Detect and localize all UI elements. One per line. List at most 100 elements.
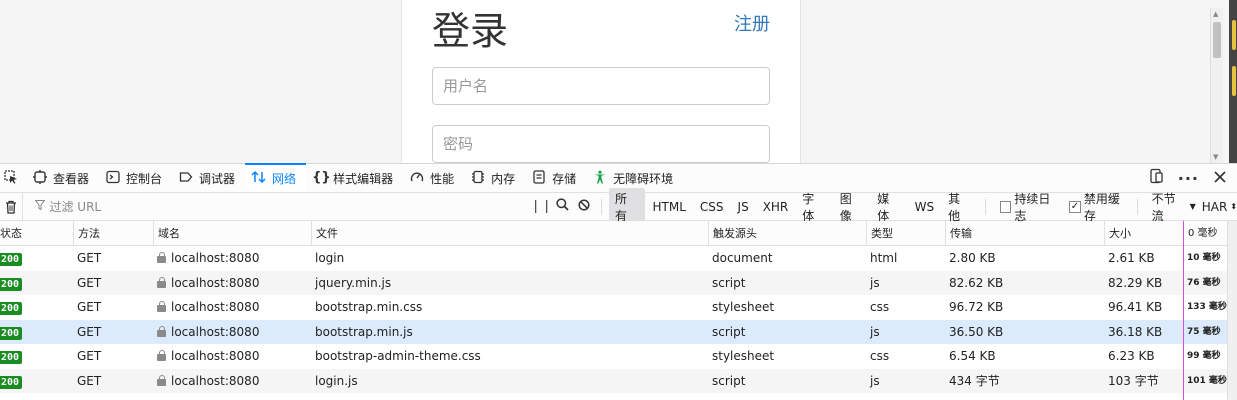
table-header: 状态 方法 域名 文件 触发源头 类型 传输 大小 0 毫秒	[0, 221, 1237, 246]
column-header-transferred[interactable]: 传输	[945, 221, 972, 246]
type-filter-all[interactable]: 所有	[609, 187, 645, 226]
tab-performance[interactable]: 性能	[403, 164, 464, 192]
cell-status: 200	[0, 369, 23, 394]
page-scrollbar[interactable]: ▲ ▼	[1210, 8, 1223, 163]
table-row[interactable]: 200 GET localhost:8080 login.js script js 434 …	[0, 368, 1237, 394]
cell-cause: stylesheet	[712, 300, 775, 314]
type-filter-js[interactable]: JS	[732, 198, 755, 216]
password-input[interactable]	[432, 125, 770, 163]
persist-logs-label: 持续日志	[1014, 191, 1051, 223]
har-dropdown[interactable]: HAR ⬍	[1202, 200, 1237, 214]
type-filter-images[interactable]: 图像	[834, 188, 869, 226]
chevron-down-icon: ▼	[1189, 202, 1196, 211]
waterfall-marker	[1183, 221, 1184, 400]
lock-icon	[157, 325, 166, 337]
filter-url-input[interactable]: 过滤 URL	[23, 198, 502, 215]
tab-network[interactable]: 网络	[245, 163, 307, 192]
tab-label: 调试器	[199, 171, 236, 186]
column-header-method[interactable]: 方法	[73, 221, 100, 246]
domain-text: localhost:8080	[171, 324, 260, 339]
cell-domain: localhost:8080	[153, 295, 259, 320]
cell-status: 200	[0, 320, 23, 345]
lock-icon	[157, 301, 166, 312]
tab-inspector[interactable]: 查看器	[26, 164, 99, 192]
table-scrollbar[interactable]	[1227, 221, 1237, 400]
type-filter-ws[interactable]: WS	[909, 198, 940, 216]
tab-style-editor[interactable]: {} 样式编辑器	[306, 164, 403, 192]
divider	[1136, 198, 1138, 215]
register-link[interactable]: 注册	[734, 10, 770, 36]
column-header-domain[interactable]: 域名	[153, 221, 180, 246]
type-filter-css[interactable]: CSS	[694, 198, 730, 216]
scroll-down-icon[interactable]: ▼	[1213, 153, 1218, 161]
cell-cause: script	[712, 373, 746, 388]
inspector-icon	[32, 170, 48, 186]
type-filter-xhr[interactable]: XHR	[757, 198, 795, 216]
cell-method: GET	[77, 275, 102, 290]
tab-console[interactable]: 控制台	[99, 164, 172, 192]
cell-domain: localhost:8080	[153, 320, 259, 345]
column-header-waterfall[interactable]: 0 毫秒	[1183, 221, 1218, 246]
type-filter-fonts[interactable]: 字体	[796, 188, 831, 226]
column-header-cause[interactable]: 触发源头	[708, 221, 757, 246]
checkmark-icon[interactable]: ✓	[1069, 200, 1081, 213]
scroll-up-icon[interactable]: ▲	[1213, 10, 1218, 18]
column-header-size[interactable]: 大小	[1104, 221, 1131, 246]
table-row[interactable]: 200 GET localhost:8080 bootstrap.min.js scri…	[0, 319, 1237, 345]
persist-logs-checkbox[interactable]: 持续日志	[999, 190, 1062, 224]
tab-label: 网络	[272, 171, 297, 186]
search-icon[interactable]	[552, 198, 573, 215]
tab-storage[interactable]: 存储	[525, 164, 586, 192]
pause-icon[interactable]: ❘❘	[530, 199, 552, 214]
column-header-file[interactable]: 文件	[311, 221, 338, 246]
cell-domain: localhost:8080	[153, 369, 259, 394]
disable-cache-checkbox[interactable]: ✓ 禁用缓存	[1069, 190, 1131, 224]
cell-timing: 101 毫秒	[1187, 375, 1227, 386]
cell-file: bootstrap.min.js	[315, 324, 413, 339]
disable-cache-label: 禁用缓存	[1083, 191, 1120, 223]
accessibility-icon	[592, 170, 608, 186]
table-row[interactable]: 200 GET localhost:8080 jquery.min.js script j…	[0, 270, 1237, 295]
page-title: 登录	[432, 9, 509, 53]
throttle-dropdown[interactable]: 不节流 ▼	[1152, 190, 1196, 224]
scrollbar-thumb[interactable]	[1213, 22, 1221, 58]
edge-marker	[1232, 66, 1236, 96]
domain-text: localhost:8080	[171, 251, 260, 265]
status-badge: 200	[0, 326, 23, 340]
cell-transferred: 82.62 KB	[949, 275, 1004, 290]
style-editor-icon: {}	[312, 170, 331, 185]
cell-cause: document	[712, 251, 773, 265]
tab-debugger[interactable]: 调试器	[172, 164, 245, 192]
status-badge: 200	[0, 302, 23, 315]
table-row[interactable]: 200 GET localhost:8080 bootstrap-admin-them…	[0, 344, 1237, 369]
lock-icon	[157, 374, 166, 386]
username-input[interactable]	[432, 67, 770, 105]
type-filter-other[interactable]: 其他	[942, 188, 977, 226]
cell-size: 103 字节	[1108, 373, 1159, 388]
close-icon[interactable]	[1213, 169, 1227, 188]
type-filter-html[interactable]: HTML	[647, 198, 692, 216]
cell-transferred: 6.54 KB	[949, 349, 996, 363]
tab-label: 查看器	[53, 171, 90, 186]
more-options-icon[interactable]: ···	[1178, 169, 1199, 188]
element-picker-button[interactable]	[0, 164, 26, 192]
tab-memory[interactable]: 内存	[464, 164, 525, 192]
table-row[interactable]: 200 GET localhost:8080 bootstrap.min.css sty…	[0, 295, 1237, 320]
chevron-updown-icon: ⬍	[1230, 202, 1237, 211]
table-row[interactable]: 200 GET localhost:8080 login document html 2.8…	[0, 246, 1237, 271]
cell-status: 200	[0, 246, 23, 271]
column-header-type[interactable]: 类型	[866, 221, 893, 246]
cell-timing: 99 毫秒	[1187, 351, 1221, 361]
divider	[601, 198, 603, 215]
checkbox-box[interactable]	[999, 200, 1012, 213]
cell-cause: script	[712, 324, 746, 339]
clear-trash-icon[interactable]	[0, 193, 24, 220]
responsive-design-icon[interactable]	[1148, 168, 1164, 188]
lock-icon	[157, 350, 166, 361]
block-icon[interactable]	[574, 198, 595, 215]
tab-label: 性能	[430, 171, 455, 186]
column-header-status[interactable]: 状态	[0, 221, 22, 246]
cell-status: 200	[0, 295, 23, 320]
domain-text: localhost:8080	[171, 275, 260, 290]
type-filter-media[interactable]: 媒体	[871, 188, 906, 226]
